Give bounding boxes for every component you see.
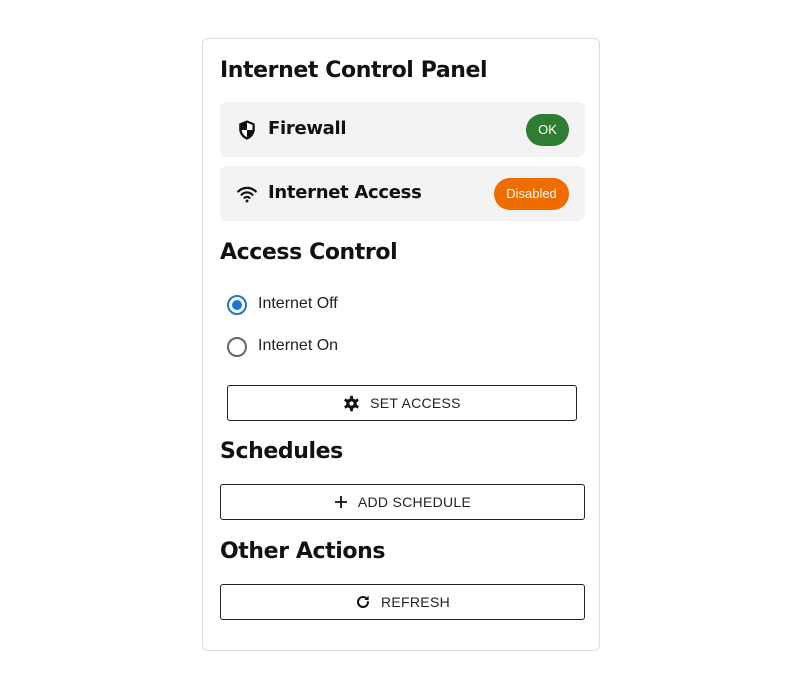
other-actions-heading: Other Actions [220,539,386,564]
firewall-label: Firewall [268,118,347,139]
add-schedule-label: ADD SCHEDULE [357,494,472,510]
firewall-status-badge: OK [526,114,569,146]
set-access-button[interactable]: SET ACCESS [227,385,577,421]
plus-icon [334,495,348,509]
set-access-label: SET ACCESS [370,395,461,411]
access-control-heading: Access Control [220,240,398,265]
radio-button-checked[interactable] [227,295,247,315]
radio-button-unchecked[interactable] [227,337,247,357]
shield-icon [236,119,258,141]
schedules-heading: Schedules [220,439,343,464]
internet-control-panel: Internet Control Panel Firewall OK Inter… [202,38,600,651]
firewall-status-card: Firewall OK [220,102,585,157]
radio-internet-on-label: Internet On [258,337,339,354]
gear-icon [343,395,360,412]
internet-access-status-card: Internet Access Disabled [220,166,585,221]
refresh-button[interactable]: REFRESH [220,584,585,620]
refresh-label: REFRESH [381,594,450,610]
add-schedule-button[interactable]: ADD SCHEDULE [220,484,585,520]
wifi-icon [236,183,258,205]
radio-internet-off-label: Internet Off [258,295,338,312]
refresh-icon [355,594,371,610]
panel-title: Internet Control Panel [220,58,488,83]
internet-access-label: Internet Access [268,182,422,203]
internet-access-status-badge: Disabled [494,178,569,210]
